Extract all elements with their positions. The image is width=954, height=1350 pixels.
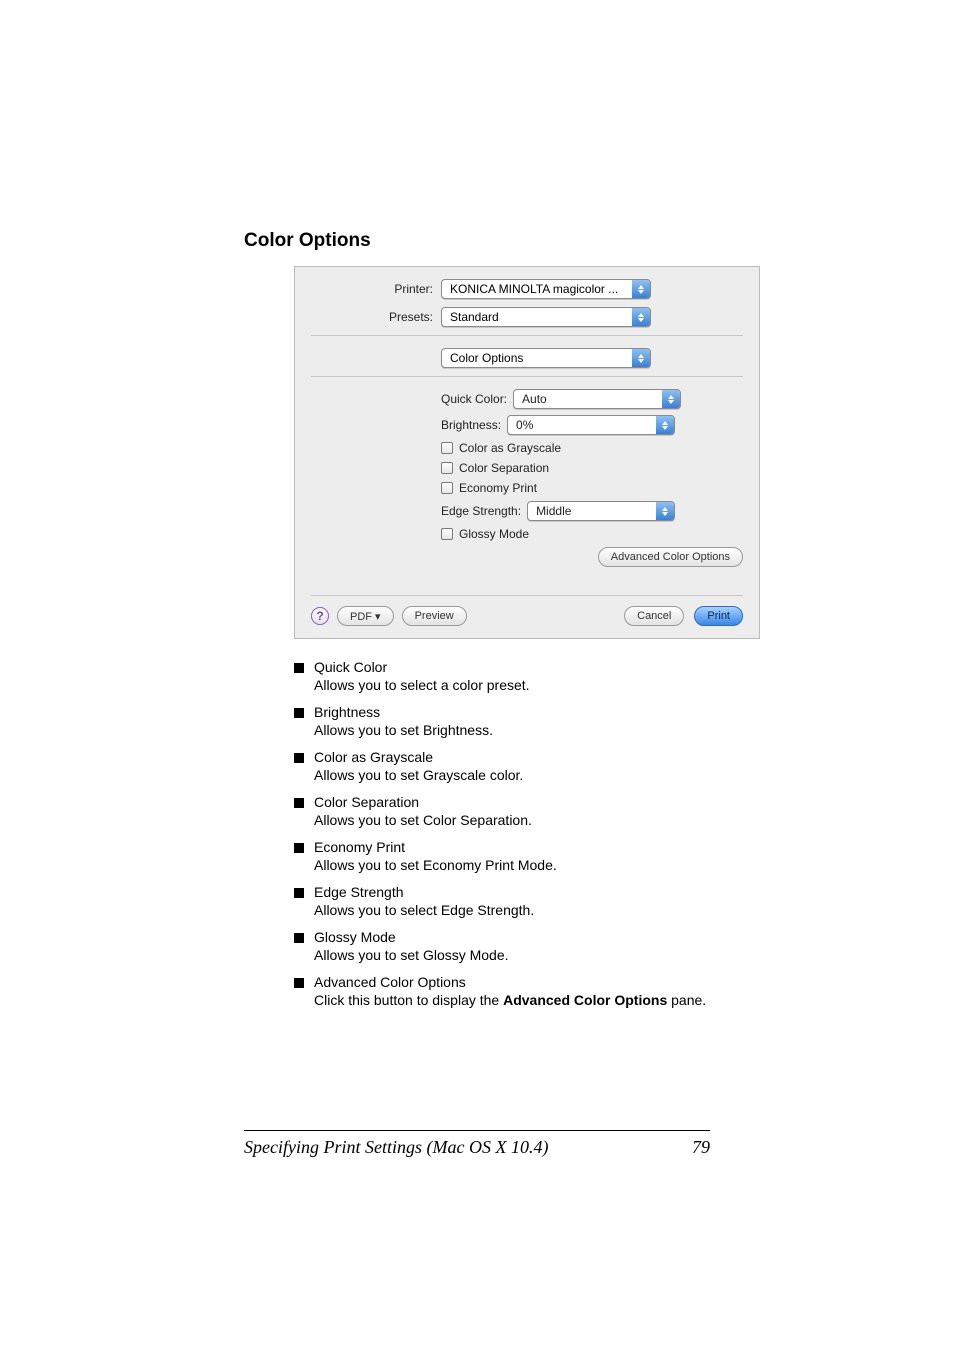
item-title: Economy Print	[314, 839, 557, 857]
preview-button[interactable]: Preview	[402, 606, 467, 626]
divider	[311, 335, 743, 336]
section-heading: Color Options	[244, 230, 710, 252]
color-separation-label: Color Separation	[459, 461, 549, 475]
quick-color-select[interactable]: Auto	[513, 389, 681, 409]
list-item: Color Separation Allows you to set Color…	[294, 794, 710, 829]
item-title: Color Separation	[314, 794, 532, 812]
edge-strength-label: Edge Strength:	[441, 504, 527, 518]
chevron-updown-icon	[632, 349, 650, 367]
list-item: Economy Print Allows you to set Economy …	[294, 839, 710, 874]
item-title: Advanced Color Options	[314, 974, 706, 992]
print-dialog: Printer: KONICA MINOLTA magicolor ... Pr…	[294, 266, 760, 639]
glossy-mode-checkbox[interactable]	[441, 528, 453, 540]
printer-label: Printer:	[311, 282, 441, 296]
item-title: Color as Grayscale	[314, 749, 523, 767]
economy-print-label: Economy Print	[459, 481, 537, 495]
chevron-updown-icon	[632, 308, 650, 326]
chevron-updown-icon	[656, 502, 674, 520]
brightness-value: 0%	[508, 418, 656, 432]
presets-select[interactable]: Standard	[441, 307, 651, 327]
list-item: Color as Grayscale Allows you to set Gra…	[294, 749, 710, 784]
quick-color-label: Quick Color:	[441, 392, 513, 406]
item-desc-bold: Advanced Color Options	[503, 992, 667, 1008]
list-item: Edge Strength Allows you to select Edge …	[294, 884, 710, 919]
color-separation-checkbox[interactable]	[441, 462, 453, 474]
item-title: Brightness	[314, 704, 493, 722]
presets-value: Standard	[442, 310, 632, 324]
chevron-updown-icon	[656, 416, 674, 434]
item-desc: Allows you to set Grayscale color.	[314, 767, 523, 785]
color-as-grayscale-checkbox[interactable]	[441, 442, 453, 454]
item-desc: Allows you to set Brightness.	[314, 722, 493, 740]
item-desc: Allows you to select Edge Strength.	[314, 902, 534, 920]
item-title: Edge Strength	[314, 884, 534, 902]
options-description-list: Quick Color Allows you to select a color…	[294, 659, 710, 1009]
list-item: Glossy Mode Allows you to set Glossy Mod…	[294, 929, 710, 964]
glossy-mode-label: Glossy Mode	[459, 527, 529, 541]
square-bullet-icon	[294, 798, 304, 808]
item-desc: Allows you to set Color Separation.	[314, 812, 532, 830]
quick-color-value: Auto	[514, 392, 662, 406]
edge-strength-value: Middle	[528, 504, 656, 518]
presets-label: Presets:	[311, 310, 441, 324]
item-desc: Allows you to set Glossy Mode.	[314, 947, 509, 965]
printer-select[interactable]: KONICA MINOLTA magicolor ...	[441, 279, 651, 299]
edge-strength-select[interactable]: Middle	[527, 501, 675, 521]
item-desc: Allows you to set Economy Print Mode.	[314, 857, 557, 875]
printer-value: KONICA MINOLTA magicolor ...	[442, 282, 632, 296]
item-desc: Allows you to select a color preset.	[314, 677, 530, 695]
item-title: Quick Color	[314, 659, 530, 677]
pane-select[interactable]: Color Options	[441, 348, 651, 368]
list-item: Advanced Color Options Click this button…	[294, 974, 710, 1009]
square-bullet-icon	[294, 888, 304, 898]
square-bullet-icon	[294, 753, 304, 763]
page-number: 79	[692, 1137, 710, 1158]
chevron-updown-icon	[632, 280, 650, 298]
brightness-select[interactable]: 0%	[507, 415, 675, 435]
list-item: Brightness Allows you to set Brightness.	[294, 704, 710, 739]
item-title: Glossy Mode	[314, 929, 509, 947]
pane-value: Color Options	[442, 351, 632, 365]
footer-rule	[244, 1130, 710, 1131]
print-button[interactable]: Print	[694, 606, 743, 626]
color-as-grayscale-label: Color as Grayscale	[459, 441, 561, 455]
help-button[interactable]: ?	[311, 607, 329, 625]
item-desc-pre: Click this button to display the	[314, 992, 503, 1008]
square-bullet-icon	[294, 978, 304, 988]
item-desc: Click this button to display the Advance…	[314, 992, 706, 1010]
footer-title: Specifying Print Settings (Mac OS X 10.4…	[244, 1137, 692, 1158]
page-footer: Specifying Print Settings (Mac OS X 10.4…	[244, 1130, 710, 1158]
chevron-updown-icon	[662, 390, 680, 408]
brightness-label: Brightness:	[441, 418, 507, 432]
economy-print-checkbox[interactable]	[441, 482, 453, 494]
cancel-button[interactable]: Cancel	[624, 606, 684, 626]
item-desc-post: pane.	[667, 992, 706, 1008]
divider	[311, 376, 743, 377]
advanced-color-options-button[interactable]: Advanced Color Options	[598, 547, 743, 567]
square-bullet-icon	[294, 663, 304, 673]
square-bullet-icon	[294, 708, 304, 718]
square-bullet-icon	[294, 933, 304, 943]
square-bullet-icon	[294, 843, 304, 853]
pdf-menu-button[interactable]: PDF ▾	[337, 606, 394, 626]
list-item: Quick Color Allows you to select a color…	[294, 659, 710, 694]
